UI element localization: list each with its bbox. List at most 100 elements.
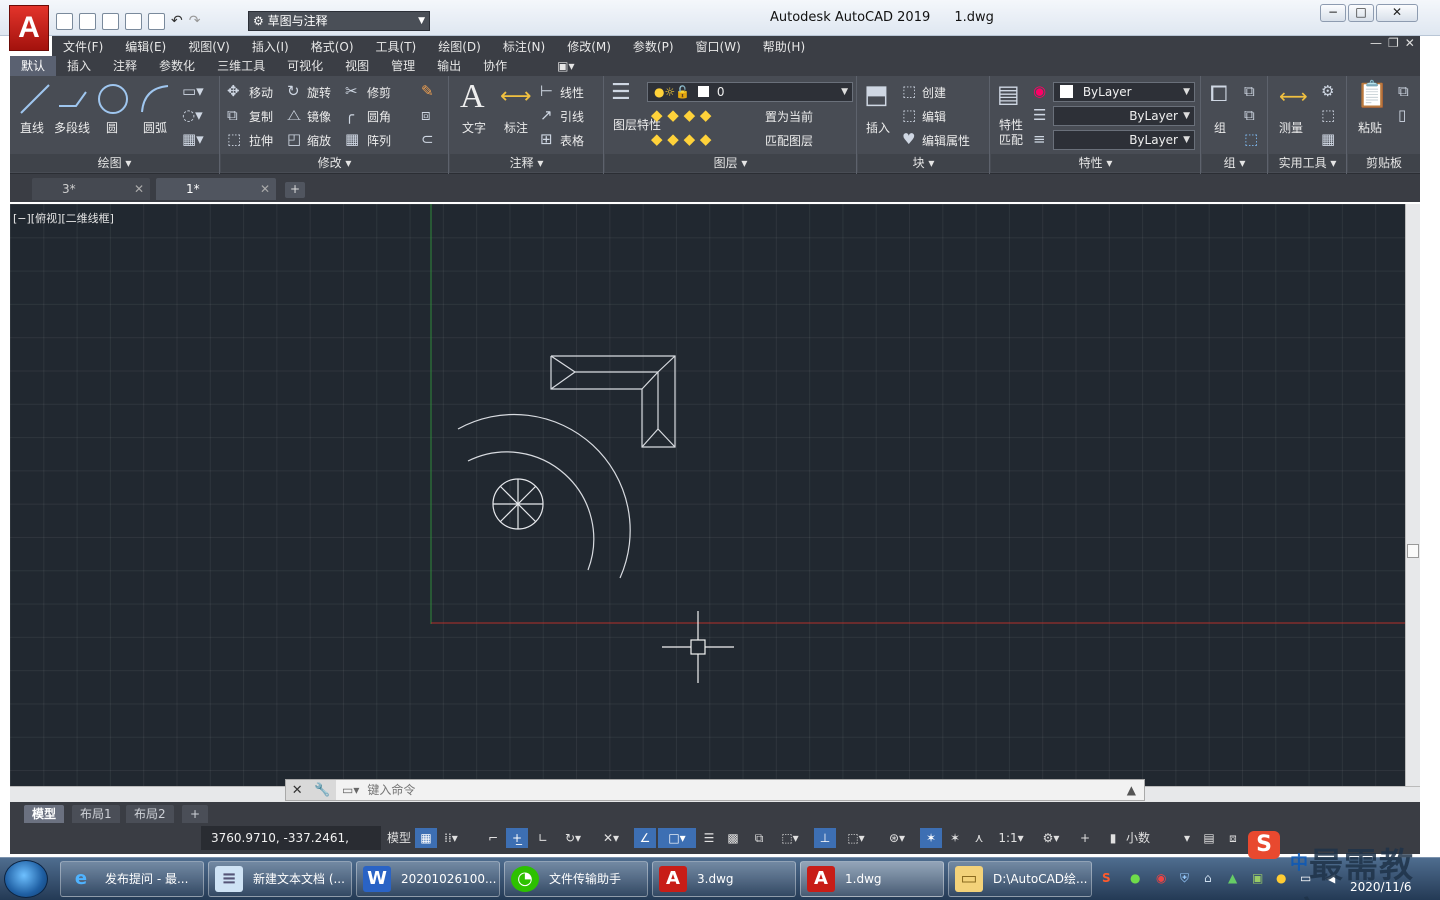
close-icon[interactable]: ✕ [292,783,303,798]
linear-dim-button[interactable]: 线性 [560,84,584,101]
move-button[interactable]: 移动 [249,84,273,101]
gizmo-icon[interactable]: ⊛▾ [878,828,916,848]
annotation-scale-value[interactable]: 1:1▾ [994,828,1028,848]
auto-scale-icon[interactable]: ✶ [944,828,966,848]
layer-tools-icon[interactable]: ◆ ◆ ◆ ◆ [651,106,711,124]
doc-minimize-icon[interactable]: — [1370,36,1382,50]
start-button-windows-icon[interactable] [4,860,48,898]
doc-tab-3[interactable]: 3* ✕ [32,178,150,200]
close-icon[interactable]: ✕ [134,178,144,200]
new-tab-plus-icon[interactable]: + [285,182,305,198]
tab-3d-tools[interactable]: 三维工具 [206,56,276,76]
annotation-scale-icon[interactable]: ⋏ [968,828,990,848]
save-icon[interactable] [102,12,119,30]
weibo-icon[interactable]: ◉ [1156,871,1166,885]
doc-restore-icon[interactable]: ❐ [1388,36,1399,50]
panel-modify-title[interactable]: 修改 ▾ [221,154,448,172]
menu-modify[interactable]: 修改(M) [567,38,611,55]
selection-cycling-icon[interactable]: ⧉ [748,828,770,848]
add-layout-plus-icon[interactable]: + [182,805,209,823]
print-icon[interactable] [148,12,165,30]
layout-tab-model[interactable]: 模型 [24,805,65,823]
mirror-button[interactable]: 镜像 [307,108,331,125]
rotate-button[interactable]: 旋转 [307,84,331,101]
copy-button[interactable]: 复制 [249,108,273,125]
dynamic-input-icon[interactable]: +̲ [506,828,528,848]
panel-utilities-title[interactable]: 实用工具 ▾ [1269,154,1346,172]
hatch-icon[interactable]: ◌▾ [182,106,203,124]
taskbar-item-word[interactable]: W 20201026100... [356,861,500,897]
leader-button[interactable]: 引线 [560,108,584,125]
panel-properties-title[interactable]: 特性 ▾ [991,154,1200,172]
taskbar-item-ie[interactable]: e 发布提问 - 最... [60,861,204,897]
rectangle-icon[interactable]: ▭▾ [182,82,204,100]
scale-button[interactable]: 缩放 [307,132,331,149]
minimize-button[interactable]: − [1320,4,1346,22]
quick-properties-icon[interactable]: ▤ [1198,828,1220,848]
edit-attributes-button[interactable]: 编辑属性 [922,132,970,149]
object-snap-icon[interactable]: □▾ [658,828,696,848]
menu-view[interactable]: 视图(V) [188,38,230,55]
menu-format[interactable]: 格式(O) [311,38,354,55]
table-button[interactable]: 表格 [560,132,584,149]
menu-help[interactable]: 帮助(H) [763,38,805,55]
create-block-button[interactable]: 创建 [922,84,946,101]
ungroup-icon[interactable]: ⧉ [1244,82,1255,100]
isodraft-icon[interactable]: ✕▾ [594,828,628,848]
lineweight-toggle-icon[interactable]: ☰ [698,828,720,848]
wrench-icon[interactable]: 🔧 [314,783,330,798]
nvidia-icon[interactable]: ▣ [1252,871,1263,885]
menu-insert[interactable]: 插入(I) [252,38,289,55]
grid-toggle-icon[interactable]: ▦ [415,828,437,848]
infer-constraints-icon[interactable]: ⌐ [482,828,504,848]
application-menu-button[interactable]: A [9,5,49,51]
menu-draw[interactable]: 绘图(D) [438,38,481,55]
clip-icon[interactable]: ▯ [1398,106,1406,124]
menu-window[interactable]: 窗口(W) [696,38,741,55]
close-icon[interactable]: ✕ [260,178,270,200]
menu-file[interactable]: 文件(F) [63,38,103,55]
match-layer-button[interactable]: 匹配图层 [765,132,813,149]
panel-groups-title[interactable]: 组 ▾ [1202,154,1267,172]
tab-visualize[interactable]: 可视化 [276,56,334,76]
workspace-switch-gear-icon[interactable]: ⚙▾ [1032,828,1070,848]
polyline-button[interactable]: 多段线 [54,119,90,136]
copy-clip-icon[interactable]: ⧉ [1398,82,1409,100]
menu-tools[interactable]: 工具(T) [376,38,417,55]
tab-parametric[interactable]: 参数化 [148,56,206,76]
workspace-selector[interactable]: ⚙ 草图与注释 ▼ [248,11,430,31]
erase-icon[interactable]: ✎ [421,82,434,100]
selection-filter-icon[interactable]: ⬚▾ [838,828,874,848]
annotation-monitor-icon[interactable]: + [1074,828,1096,848]
polar-tracking-icon[interactable]: ↻▾ [556,828,590,848]
tab-home[interactable]: 默认 [10,56,57,76]
measure-button[interactable]: 测量 [1279,119,1303,136]
open-file-icon[interactable] [79,12,96,30]
stretch-button[interactable]: 拉伸 [249,132,273,149]
ribbon-minimize-icon[interactable]: ▣▾ [546,56,585,76]
linetype-dropdown[interactable]: ByLayer ▼ [1053,106,1195,126]
tab-view[interactable]: 视图 [334,56,380,76]
taskbar-item-autocad-1[interactable]: A 1.dwg [800,861,944,897]
panel-clipboard-title[interactable]: 剪贴板 [1348,154,1420,172]
redo-icon[interactable]: ↷ [189,13,201,29]
insert-block-button[interactable]: 插入 [866,119,890,136]
save-as-icon[interactable] [125,12,142,30]
menu-dimension[interactable]: 标注(N) [503,38,545,55]
doc-tab-1[interactable]: 1* ✕ [156,178,276,200]
dimension-button[interactable]: 标注 [504,119,528,136]
restore-button[interactable]: □ [1348,4,1374,22]
tab-insert[interactable]: 插入 [56,56,102,76]
taskbar-item-notepad[interactable]: ≡ 新建文本文档 (... [208,861,352,897]
command-prompt-icon[interactable]: ▭▾ [336,783,359,797]
layout-tab-layout1[interactable]: 布局1 [72,805,120,823]
circle-button[interactable]: 圆 [106,119,118,136]
panel-draw-title[interactable]: 绘图 ▾ [10,154,219,172]
fillet-button[interactable]: 圆角 [367,108,391,125]
make-current-button[interactable]: 置为当前 [765,108,813,125]
annotation-visibility-icon[interactable]: ✶ [920,828,942,848]
qq-icon[interactable]: ● [1276,871,1286,885]
transparency-icon[interactable]: ▩ [722,828,744,848]
array-button[interactable]: 阵列 [367,132,391,149]
line-button[interactable]: 直线 [20,119,44,136]
